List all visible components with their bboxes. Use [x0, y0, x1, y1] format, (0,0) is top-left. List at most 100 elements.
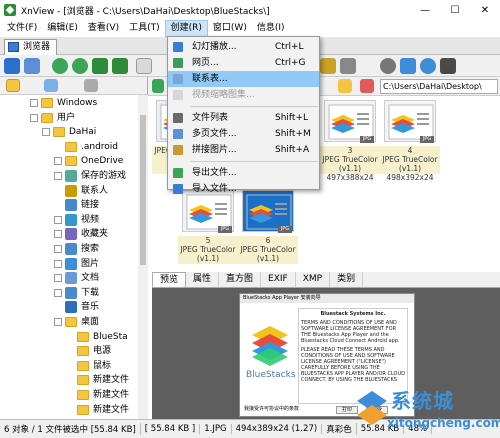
tree-item[interactable]: BlueSta [66, 330, 128, 344]
menu-separator [190, 161, 318, 162]
tree-item[interactable]: 图片 [54, 257, 99, 271]
tree-item[interactable]: .android [54, 140, 118, 154]
lock-icon[interactable] [320, 58, 336, 74]
create-menu-item-label: 幻灯播放... [192, 42, 237, 52]
folder-icon [41, 112, 53, 123]
preview-tab[interactable]: 预览 [152, 272, 187, 287]
favorites-star-icon[interactable] [338, 79, 352, 93]
back-icon[interactable] [152, 79, 164, 93]
create-menu-item[interactable]: 拼接图片... Shift+A [168, 142, 319, 158]
expand-toggle-icon[interactable] [30, 99, 38, 107]
expand-toggle-icon[interactable] [30, 113, 38, 122]
preview-tab[interactable]: 属性 [186, 272, 220, 287]
create-menu-item[interactable]: 幻灯播放... Ctrl+L [168, 39, 319, 55]
tree-item[interactable]: 下载 [54, 286, 99, 300]
tree-item[interactable]: 电源 [66, 344, 111, 358]
expand-toggle-icon[interactable] [54, 230, 62, 239]
create-menu-item[interactable]: 联系表... [168, 71, 319, 87]
open-icon[interactable] [92, 58, 108, 74]
print-icon[interactable] [340, 58, 356, 74]
tree-item[interactable]: 桌面 [54, 315, 99, 329]
expand-toggle-icon[interactable] [54, 318, 62, 326]
preview-tab[interactable]: EXIF [261, 272, 296, 287]
tree-scrollbar[interactable] [138, 95, 148, 419]
save-icon[interactable] [112, 58, 128, 74]
special-folder-icon [65, 213, 77, 226]
title-bar: XnView - [浏览器 - C:\Users\DaHai\Desktop\B… [0, 0, 500, 20]
create-menu-item-shortcut: Ctrl+L [275, 42, 304, 52]
filter-icon[interactable] [360, 79, 374, 93]
create-menu-item[interactable]: 文件列表 Shift+L [168, 110, 319, 126]
menu-create[interactable]: 创建(R) [164, 20, 208, 37]
tree-item[interactable]: 用户 [30, 111, 75, 125]
gear-icon[interactable] [380, 58, 396, 74]
preview-tab[interactable]: XMP [296, 272, 331, 287]
thumbnail-item[interactable]: JPG 5 JPEG TrueColor (v1.1) [178, 188, 238, 264]
tree-item[interactable]: 链接 [54, 198, 99, 212]
fullscreen-icon[interactable] [24, 58, 40, 74]
tree-item[interactable]: 保存的游戏 [54, 169, 126, 183]
tree-item[interactable]: DaHai [42, 125, 96, 139]
menu-window[interactable]: 窗口(W) [208, 20, 252, 37]
settings-icon[interactable] [400, 58, 416, 74]
tree-item-label: 新建文件 [93, 390, 130, 400]
tree-item[interactable]: 联系人 [54, 184, 108, 198]
tree-item[interactable]: 搜索 [54, 242, 99, 256]
menu-tools[interactable]: 工具(T) [124, 20, 165, 37]
catalog-tab-icon[interactable] [44, 79, 58, 92]
expand-toggle-icon[interactable] [54, 274, 62, 283]
help-icon[interactable] [420, 58, 436, 74]
create-menu-item-label: 多页文件... [192, 129, 237, 139]
tree-item[interactable]: 音乐 [54, 300, 99, 314]
tree-scroll-thumb[interactable] [140, 115, 146, 265]
expand-toggle-icon[interactable] [54, 172, 62, 180]
refresh-icon[interactable] [52, 58, 68, 74]
folder-icon [77, 360, 89, 371]
tree-item[interactable]: OneDrive [54, 154, 123, 168]
tree-item[interactable]: 收藏夹 [54, 227, 108, 241]
tree-item[interactable]: 新建文件 [66, 373, 129, 387]
copy-icon[interactable] [136, 58, 152, 74]
tree-item[interactable]: Windows [30, 96, 97, 110]
thumbnail-item[interactable]: JPG 4 JPEG TrueColor (v1.1) 498x392x24 [380, 98, 440, 182]
preview-tab[interactable]: 类别 [330, 272, 364, 287]
menu-edit[interactable]: 编辑(E) [42, 20, 83, 37]
tree-item[interactable]: 新建文件 [66, 403, 129, 417]
tree-item[interactable]: 视频 [54, 213, 99, 227]
expand-toggle-icon[interactable] [54, 288, 62, 297]
thumbnail-item[interactable]: JPG 3 JPEG TrueColor (v1.1) 497x388x24 [320, 98, 380, 182]
tab-browser[interactable]: 浏览器 [4, 39, 58, 55]
expand-toggle-icon[interactable] [42, 128, 50, 137]
tree-item[interactable]: 新建文件 [66, 388, 129, 402]
expand-toggle-icon[interactable] [54, 215, 62, 224]
about-icon[interactable] [440, 58, 456, 74]
minimize-button[interactable]: — [410, 0, 440, 20]
create-menu-item[interactable]: 导出文件... [168, 165, 319, 181]
expand-toggle-icon[interactable] [54, 245, 62, 253]
create-menu-item[interactable]: 网页... Ctrl+G [168, 55, 319, 71]
multipage-icon [173, 129, 183, 139]
create-menu-item-label: 导出文件... [192, 168, 237, 178]
tree-item[interactable]: 文档 [54, 271, 99, 285]
menu-view[interactable]: 查看(V) [83, 20, 124, 37]
folder-icon [65, 317, 77, 327]
maximize-button[interactable]: ☐ [440, 0, 470, 20]
status-field: 真彩色 [322, 423, 357, 435]
browser-icon[interactable] [4, 58, 20, 74]
tree-item-label: 保存的游戏 [81, 171, 127, 181]
refresh-all-icon[interactable] [72, 58, 88, 74]
create-menu-item[interactable]: 多页文件... Shift+M [168, 126, 319, 142]
expand-toggle-icon[interactable] [54, 157, 62, 166]
address-input[interactable]: C:\Users\DaHai\Desktop\ [380, 79, 498, 94]
preview-tab[interactable]: 直方图 [219, 272, 262, 287]
thumbnail-item[interactable]: JPG 6 JPEG TrueColor (v1.1) [238, 188, 298, 264]
menu-file[interactable]: 文件(F) [2, 20, 42, 37]
category-tab-icon[interactable] [84, 79, 98, 92]
close-button[interactable]: ✕ [470, 0, 500, 20]
menu-info[interactable]: 信息(I) [252, 20, 290, 37]
expand-toggle-icon[interactable] [54, 259, 62, 268]
create-menu-item[interactable]: 导入文件... [168, 181, 319, 197]
tree-item[interactable]: 鼠标 [66, 359, 111, 373]
folder-tab-icon[interactable] [6, 79, 20, 92]
create-menu-item-label: 文件列表 [192, 113, 229, 123]
